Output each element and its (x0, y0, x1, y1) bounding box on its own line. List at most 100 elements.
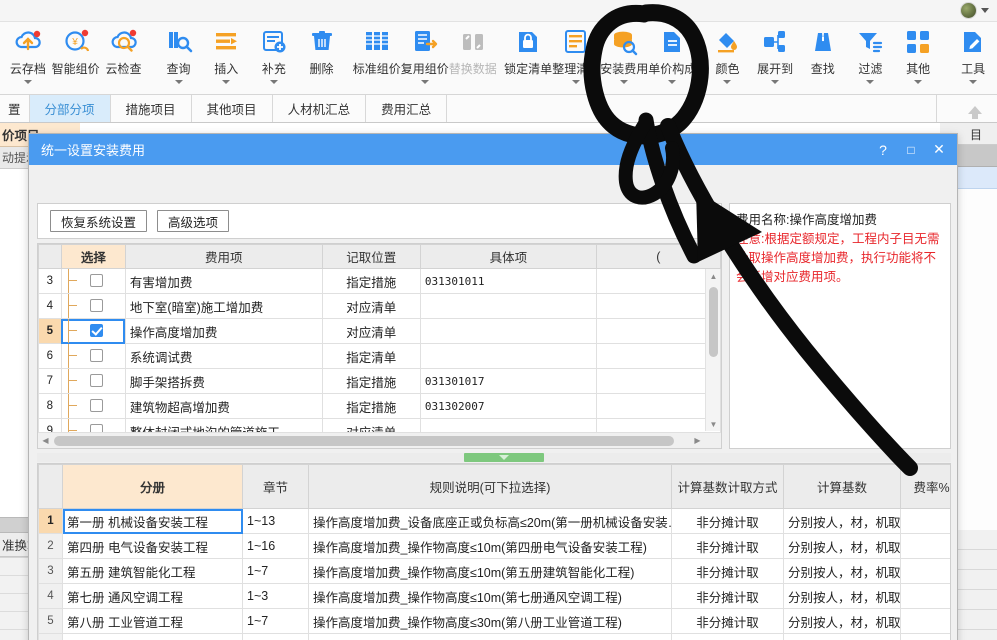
checkbox[interactable] (89, 324, 103, 337)
position-cell[interactable]: 指定措施 (321, 368, 421, 394)
table-row[interactable]: 6第九册 消防工程1~5操作高度增加费_操作物高度≤10m(第九册消防工程)非分… (38, 633, 950, 640)
volume-cell[interactable]: 第一册 机械设备安装工程 (62, 508, 243, 534)
rate-cell[interactable] (900, 608, 950, 634)
checkbox[interactable] (89, 399, 103, 412)
position-cell[interactable]: 对应清单 (321, 318, 421, 344)
basis-mode-cell[interactable]: 非分摊计取 (671, 583, 784, 609)
table-row[interactable]: 6 系统调试费 指定清单 (38, 343, 721, 369)
col-rule[interactable]: 规则说明(可下拉选择) (308, 464, 672, 509)
tab-qitaxiangmu[interactable]: 其他项目 (191, 95, 273, 122)
chevron-down-icon[interactable] (866, 80, 875, 84)
advanced-options-button[interactable]: 高级选项 (157, 210, 230, 232)
rule-cell[interactable]: 操作高度增加费_操作物高度≤10m(第七册通风空调工程) (308, 583, 672, 609)
ribbon-item-trash[interactable]: 删除 (298, 22, 346, 94)
chevron-down-icon[interactable] (969, 80, 978, 84)
extra-cell[interactable] (595, 393, 721, 419)
table-row[interactable]: 3 有害增加费 指定措施 031301011 (38, 268, 721, 294)
chevron-down-icon[interactable] (668, 80, 677, 84)
ribbon-item-binoculars[interactable]: 查找 (799, 22, 847, 94)
chevron-down-icon[interactable] (771, 80, 780, 84)
ribbon-item-cloud-upload[interactable]: 云存档 (4, 22, 52, 94)
chevron-down-icon[interactable] (914, 80, 923, 84)
extra-cell[interactable] (595, 318, 721, 344)
table-row[interactable]: 1 第一册 机械设备安装工程 1~13 操作高度增加费_设备底座正或负标高≤20m(第… (38, 508, 950, 534)
ribbon-item-other-grid[interactable]: 其他 (894, 22, 942, 94)
position-cell[interactable]: 指定措施 (321, 268, 421, 294)
tab-fenbufenxiang[interactable]: 分部分项 (29, 95, 111, 122)
row-select-cell[interactable] (60, 268, 126, 294)
chapter-cell[interactable]: 1~3 (242, 583, 309, 609)
chevron-down-icon[interactable] (723, 80, 732, 84)
fee-grid-hscrollbar[interactable]: ◀ ▶ (38, 432, 721, 448)
maximize-icon[interactable]: □ (897, 136, 925, 164)
rule-cell[interactable]: 操作高度增加费_设备底座正或负标高≤20m(第一册机械设备安装… (308, 508, 672, 534)
help-icon[interactable]: ? (869, 136, 897, 164)
ribbon-item-reuse-pricing[interactable]: 复用组价 (401, 22, 449, 94)
position-cell[interactable]: 指定措施 (321, 393, 421, 419)
ribbon-item-cloud-check[interactable]: 云检查 (100, 22, 148, 94)
chevron-down-icon[interactable] (269, 80, 278, 84)
chapter-cell[interactable]: 1~16 (242, 533, 309, 559)
scroll-down-icon[interactable]: ▼ (706, 417, 721, 431)
rule-cell[interactable]: 操作高度增加费_操作物高度≤10m(第九册消防工程) (308, 633, 672, 640)
col-extra[interactable]: ( (595, 244, 721, 269)
fee-item-cell[interactable]: 系统调试费 (124, 343, 323, 369)
account-menu[interactable] (960, 2, 989, 19)
basis-cell[interactable]: 分别按人，材，机取费 (783, 608, 901, 634)
tab-feiyonghuizong[interactable]: 费用汇总 (366, 95, 448, 122)
rate-cell[interactable] (900, 508, 950, 534)
col-detail[interactable]: 具体项 (419, 244, 597, 269)
extra-cell[interactable] (595, 343, 721, 369)
chevron-down-icon[interactable] (23, 80, 32, 84)
tab-rencaijihuizong[interactable]: 人材机汇总 (272, 95, 367, 122)
chevron-down-icon[interactable] (981, 8, 989, 13)
splitter-collapse-handle[interactable] (464, 453, 544, 462)
col-basis[interactable]: 计算基数 (783, 464, 901, 509)
col-select[interactable]: 选择 (60, 244, 126, 269)
basis-cell[interactable]: 分别按人，材，机取费 (783, 633, 901, 640)
row-select-cell[interactable] (60, 293, 126, 319)
restore-system-settings-button[interactable]: 恢复系统设置 (50, 210, 148, 232)
volume-cell[interactable]: 第五册 建筑智能化工程 (62, 558, 243, 584)
ribbon-item-organize-list[interactable]: 整理清单 (552, 22, 600, 94)
detail-cell[interactable] (419, 343, 597, 369)
fee-items-grid[interactable]: 选择 费用项 记取位置 具体项 ( 3 有害增加费 指定措施 031301011 4 地下… (37, 243, 722, 449)
ribbon-item-insert[interactable]: 插入 (202, 22, 250, 94)
fee-item-cell[interactable]: 建筑物超高增加费 (124, 393, 323, 419)
detail-cell[interactable]: 031301017 (419, 368, 597, 394)
chevron-down-icon[interactable] (174, 80, 183, 84)
position-cell[interactable]: 对应清单 (321, 293, 421, 319)
col-volume[interactable]: 分册 (62, 464, 243, 509)
fee-item-cell[interactable]: 脚手架搭拆费 (124, 368, 323, 394)
table-row[interactable]: 8 建筑物超高增加费 指定措施 031302007 (38, 393, 721, 419)
ribbon-item-search-book[interactable]: 查询 (155, 22, 203, 94)
basis-cell[interactable]: 分别按人，材，机取费 (783, 533, 901, 559)
volume-cell[interactable]: 第八册 工业管道工程 (62, 608, 243, 634)
chapter-cell[interactable]: 1~7 (242, 608, 309, 634)
row-select-cell[interactable] (60, 343, 126, 369)
chevron-down-icon[interactable] (572, 80, 581, 84)
extra-cell[interactable] (595, 368, 721, 394)
chapter-cell[interactable]: 1~7 (242, 558, 309, 584)
basis-mode-cell[interactable]: 非分摊计取 (671, 508, 784, 534)
checkbox[interactable] (89, 274, 103, 287)
ribbon-item-paint-bucket[interactable]: 颜色 (704, 22, 752, 94)
scroll-right-icon[interactable]: ▶ (690, 433, 705, 448)
basis-cell[interactable]: 分别按人，材，机取费 (783, 508, 901, 534)
scroll-up-icon[interactable]: ▲ (706, 269, 721, 283)
table-row[interactable]: 5 操作高度增加费 对应清单 (38, 318, 721, 344)
tab-cuoshixiangmu[interactable]: 措施项目 (110, 95, 192, 122)
fee-grid-vscrollbar[interactable]: ▲ ▼ (705, 269, 720, 431)
detail-cell[interactable]: 031302007 (419, 393, 597, 419)
ribbon-item-supplement[interactable]: 补充 (250, 22, 298, 94)
bg-scroll-up-icon[interactable] (961, 104, 989, 120)
rule-cell[interactable]: 操作高度增加费_操作物高度≤30m(第八册工业管道工程) (308, 608, 672, 634)
scroll-left-icon[interactable]: ◀ (38, 433, 53, 448)
ribbon-item-filter[interactable]: 过滤 (847, 22, 895, 94)
ribbon-item-smart-pricing[interactable]: ¥ 智能组价 (52, 22, 100, 94)
col-position[interactable]: 记取位置 (321, 244, 421, 269)
position-cell[interactable]: 指定清单 (321, 343, 421, 369)
chevron-down-icon[interactable] (420, 80, 429, 84)
hscroll-thumb[interactable] (54, 436, 674, 446)
col-fee-item[interactable]: 费用项 (124, 244, 323, 269)
